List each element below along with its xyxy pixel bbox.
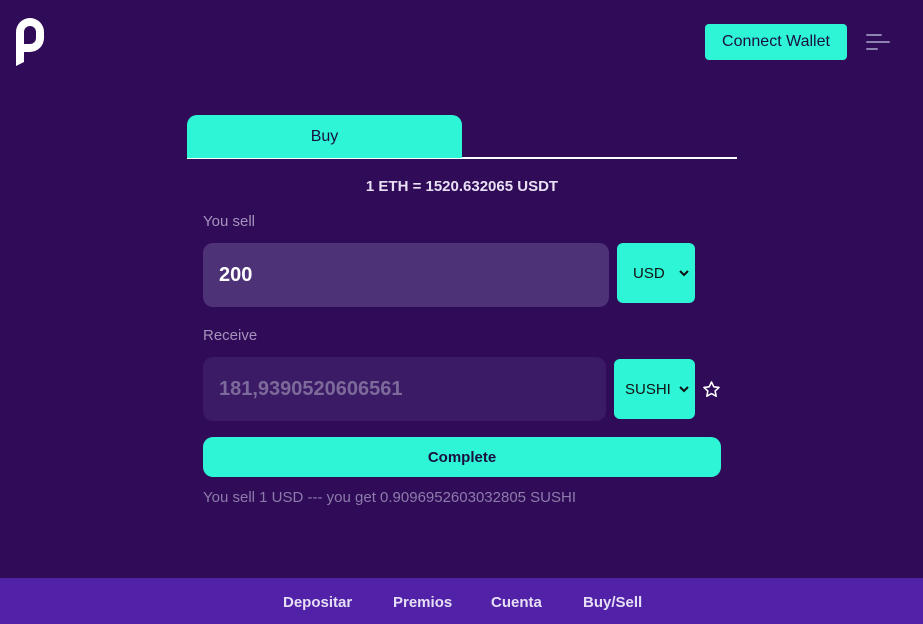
p-logo-icon[interactable] — [14, 18, 46, 68]
receive-label: Receive — [203, 327, 258, 344]
nav-depositar[interactable]: Depositar — [283, 594, 352, 611]
sell-label: You sell — [203, 213, 255, 230]
complete-button[interactable]: Complete — [203, 437, 721, 477]
nav-cuenta[interactable]: Cuenta — [491, 594, 542, 611]
connect-wallet-button[interactable]: Connect Wallet — [705, 24, 847, 60]
tab-bar: Buy — [187, 115, 737, 159]
chevron-down-icon — [679, 386, 689, 393]
receive-currency-select[interactable]: SUSHI — [614, 359, 695, 419]
nav-premios[interactable]: Premios — [393, 594, 452, 611]
bottom-nav: Depositar Premios Cuenta Buy/Sell — [0, 578, 923, 624]
receive-currency-value: SUSHI — [625, 380, 671, 398]
conversion-note: You sell 1 USD --- you get 0.90969526030… — [203, 489, 577, 506]
sell-currency-value: USD — [633, 264, 665, 282]
receive-amount-input[interactable]: 181,9390520606561 — [203, 357, 606, 421]
chevron-down-icon — [679, 270, 689, 277]
star-icon[interactable] — [702, 380, 721, 399]
hamburger-menu-icon[interactable] — [864, 30, 892, 54]
nav-buy-sell[interactable]: Buy/Sell — [583, 594, 642, 611]
sell-currency-select[interactable]: USD — [617, 243, 695, 303]
tab-buy[interactable]: Buy — [187, 115, 462, 158]
exchange-rate: 1 ETH = 1520.632065 USDT — [365, 178, 559, 195]
sell-amount-input[interactable]: 200 — [203, 243, 609, 307]
